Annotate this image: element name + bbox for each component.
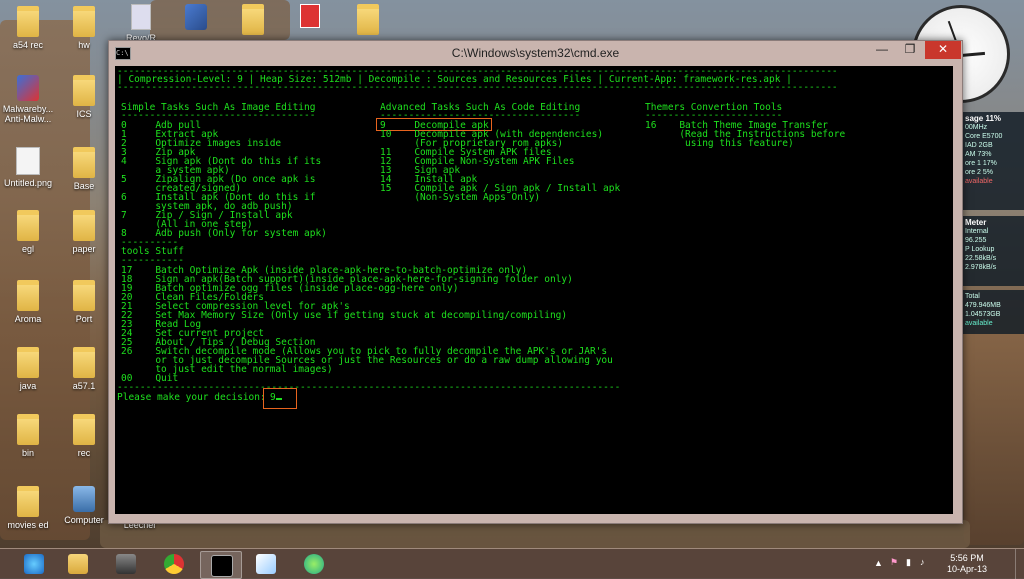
- desktop-icon-movies-ed[interactable]: movies ed: [0, 486, 56, 530]
- desktop-icon-bin[interactable]: bin: [0, 414, 56, 458]
- folder-icon: [17, 210, 39, 241]
- maximize-button[interactable]: ❐: [897, 41, 923, 59]
- desktop-icon-base[interactable]: Base: [56, 147, 112, 191]
- desktop-icon-a57[interactable]: a57.1: [56, 347, 112, 391]
- paint-icon: [256, 554, 276, 574]
- desktop-icon-folder-b[interactable]: [340, 4, 396, 38]
- network-meter-gadget[interactable]: Meter Internal 96.255 P Lookup 22.58kB/s…: [962, 216, 1024, 286]
- malwarebytes-icon: [17, 75, 39, 101]
- folder-icon: [17, 347, 39, 378]
- desktop-icon-java[interactable]: java: [0, 347, 56, 391]
- folder-icon: [17, 280, 39, 311]
- maximize-icon: ❐: [904, 42, 916, 56]
- desktop-icon-ics[interactable]: ICS: [56, 75, 112, 119]
- tray-network-icon[interactable]: ▮: [906, 557, 911, 568]
- taskbar-chrome[interactable]: [154, 551, 194, 577]
- desktop-icon-recycle-bin[interactable]: Revo/R: [113, 4, 169, 43]
- taskbar-agent[interactable]: [106, 551, 146, 577]
- folder-icon: [73, 414, 95, 445]
- taskbar-paint[interactable]: [246, 551, 286, 577]
- folder-icon: [73, 6, 95, 37]
- recycle-bin-icon: [131, 4, 151, 30]
- wallpaper-ground: [100, 520, 970, 548]
- folder-icon: [73, 75, 95, 106]
- folder-icon: [73, 210, 95, 241]
- desktop-icon-computer[interactable]: Computer: [56, 486, 112, 525]
- decision-input[interactable]: 9: [270, 393, 282, 403]
- folder-icon: [17, 486, 39, 517]
- tray-volume-icon[interactable]: ♪: [920, 557, 925, 567]
- taskbar-download-manager[interactable]: [294, 551, 334, 577]
- desktop-icon-malwarebytes[interactable]: Malwareby... Anti-Malw...: [0, 75, 56, 124]
- folder-icon: [357, 4, 379, 35]
- cmd-window[interactable]: C:\ C:\Windows\system32\cmd.exe — ❐ ✕ --…: [108, 40, 963, 524]
- desktop-icon-office[interactable]: [282, 4, 338, 31]
- console-output[interactable]: ----------------------------------------…: [115, 66, 953, 514]
- desktop-icon-port[interactable]: Port: [56, 280, 112, 324]
- download-manager-icon: [304, 554, 324, 574]
- taskbar-ie[interactable]: [14, 551, 54, 577]
- taskbar-explorer[interactable]: [58, 551, 98, 577]
- desktop-icon-egl[interactable]: egl: [0, 210, 56, 254]
- folder-icon: [73, 347, 95, 378]
- wallpaper-ruin-right: [964, 300, 1024, 545]
- folder-icon: [73, 147, 95, 178]
- folder-icon: [73, 280, 95, 311]
- desktop-icon-paper[interactable]: paper: [56, 210, 112, 254]
- ie-icon: [24, 554, 44, 574]
- menu-option-16-cont2: using this feature): [645, 138, 794, 149]
- tray-time: 5:56 PM: [950, 553, 984, 563]
- chrome-icon: [164, 554, 184, 574]
- desktop-icon-a54rec[interactable]: a54 rec: [0, 6, 56, 50]
- desktop-icon-folder-a[interactable]: [225, 4, 281, 38]
- folder-icon: [17, 414, 39, 445]
- agent-icon: [116, 554, 136, 574]
- network-total-gadget[interactable]: Total 479.946MB 1.04573GB available: [962, 290, 1024, 334]
- close-icon: ✕: [937, 42, 949, 56]
- console-rule: ----------------------------------------…: [117, 82, 838, 93]
- cmd-icon: [211, 555, 233, 577]
- window-title: C:\Windows\system32\cmd.exe: [451, 46, 620, 60]
- close-button[interactable]: ✕: [925, 41, 961, 59]
- cpu-meter-gadget[interactable]: sage 11% 00MHz Core E5700 IAD 2GB AM 73%…: [962, 112, 1024, 210]
- folder-icon: [17, 6, 39, 37]
- desktop-icon-hw[interactable]: hw: [56, 6, 112, 50]
- tray-flag-icon[interactable]: ⚑: [890, 557, 898, 568]
- tray-arrow-icon[interactable]: ▲: [874, 558, 883, 568]
- office-doc-icon: [300, 4, 320, 28]
- system-tray: ▲ ⚑ ▮ ♪ 5:56 PM 10-Apr-13: [864, 549, 1024, 579]
- desktop-icon-aroma[interactable]: Aroma: [0, 280, 56, 324]
- tray-clock[interactable]: 5:56 PM 10-Apr-13: [942, 553, 992, 575]
- desktop-icon-rec[interactable]: rec: [56, 414, 112, 458]
- show-desktop-button[interactable]: [1015, 549, 1024, 579]
- folder-icon: [242, 4, 264, 35]
- computer-icon: [73, 486, 95, 512]
- tray-date: 10-Apr-13: [946, 564, 988, 574]
- image-file-icon: [16, 147, 40, 175]
- desktop-icon-virtualbox[interactable]: [168, 4, 224, 33]
- taskbar: ▲ ⚑ ▮ ♪ 5:56 PM 10-Apr-13: [0, 548, 1024, 579]
- prompt-label: Please make your decision:: [117, 392, 266, 403]
- virtualbox-icon: [185, 4, 207, 30]
- taskbar-cmd[interactable]: [200, 551, 242, 579]
- explorer-icon: [68, 554, 88, 574]
- minimize-icon: —: [876, 42, 888, 56]
- minimize-button[interactable]: —: [869, 41, 895, 59]
- desktop-icon-untitled-png[interactable]: Untitled.png: [0, 147, 56, 188]
- text-cursor: [275, 398, 282, 400]
- menu-option-15-cont: (Non-System Apps Only): [380, 192, 541, 203]
- clock-hour-hand: [960, 51, 986, 57]
- window-titlebar[interactable]: C:\ C:\Windows\system32\cmd.exe — ❐ ✕: [109, 41, 962, 65]
